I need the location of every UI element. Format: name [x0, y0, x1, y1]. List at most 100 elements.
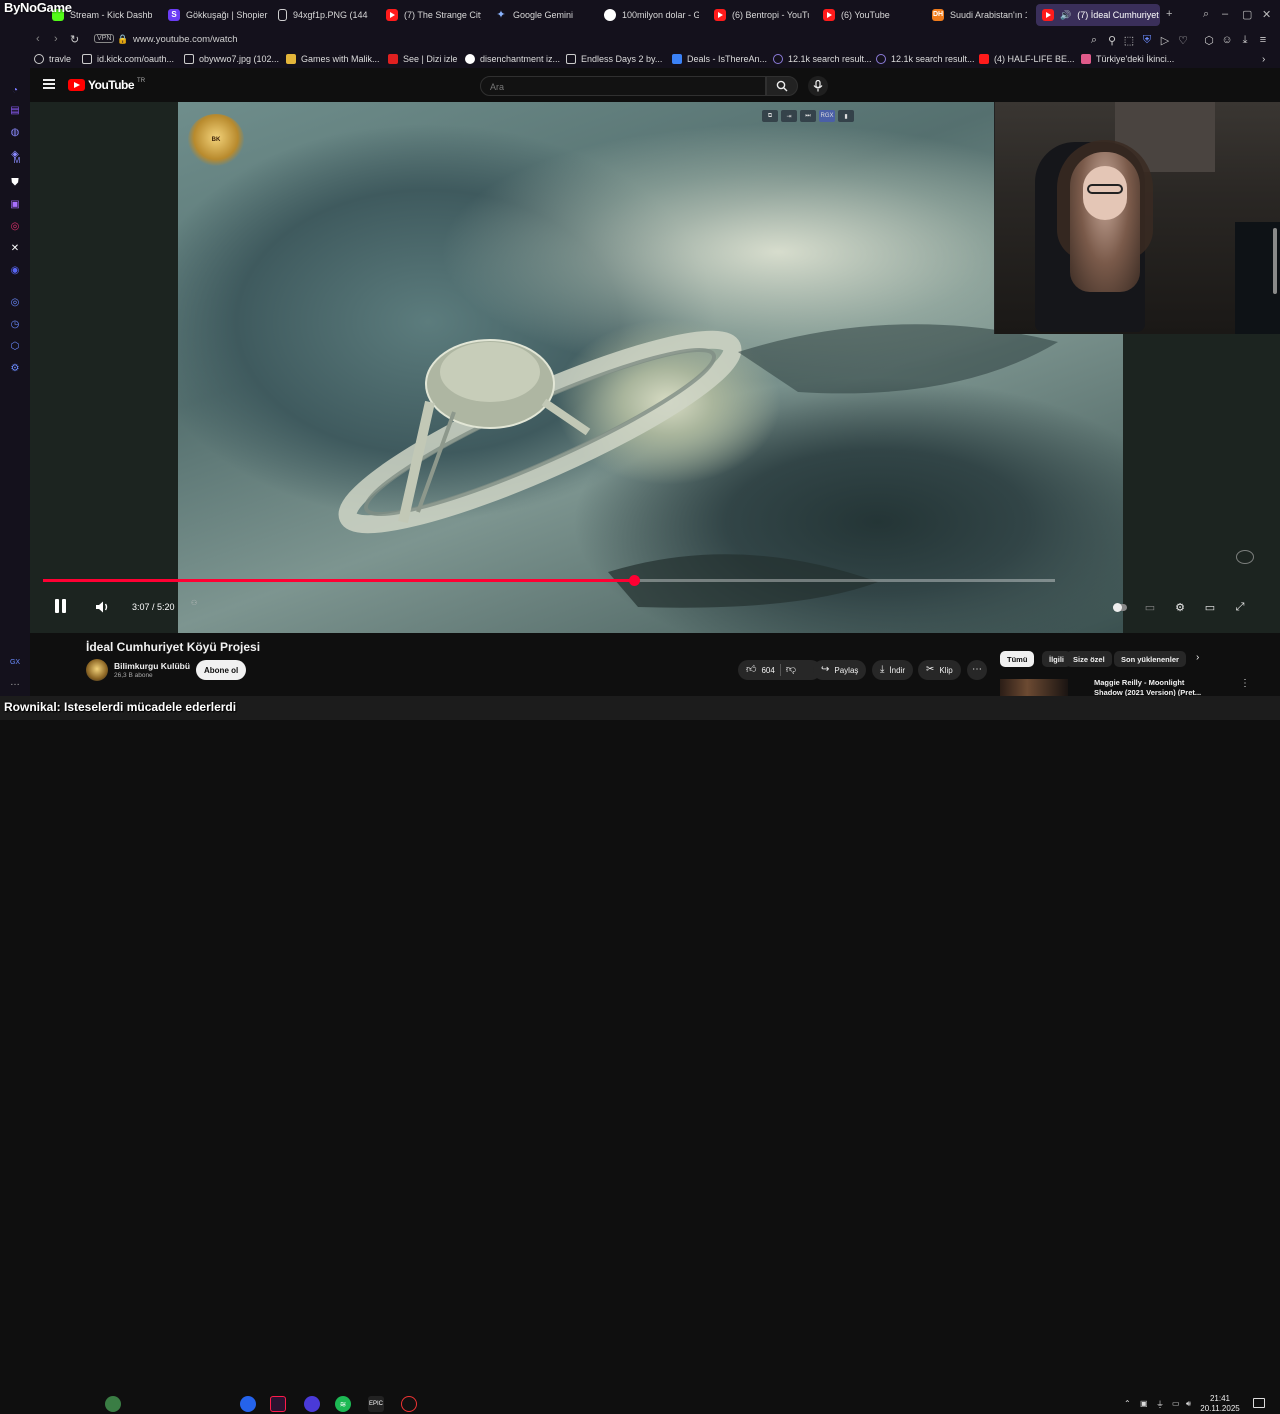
extensions-icon[interactable]: ⬡: [1202, 33, 1216, 47]
bookmark-kick-oauth[interactable]: id.kick.com/oauth...: [82, 52, 174, 66]
screenshot-icon[interactable]: ⬚: [1122, 33, 1136, 47]
dislike-icon[interactable]: 👎︎: [786, 665, 796, 675]
profile-icon[interactable]: ☺: [1220, 33, 1234, 47]
pin-icon[interactable]: ⚲: [1105, 33, 1119, 47]
tab-shopier[interactable]: S Gökkuşağı | Shopier: [168, 4, 268, 26]
search-input[interactable]: [481, 78, 765, 96]
enter-icon[interactable]: ⇥: [781, 110, 797, 122]
shield-icon[interactable]: ⛨: [1140, 33, 1154, 47]
bookmark-isthereanydeal[interactable]: Deals - IsThereAn...: [672, 52, 767, 66]
hamburger-menu-icon[interactable]: [43, 79, 55, 89]
minimize-icon[interactable]: –: [1222, 8, 1228, 20]
url-field[interactable]: www.youtube.com/watch: [133, 34, 238, 45]
sidebar-discord-icon[interactable]: ◍: [9, 126, 21, 138]
bookmark-dizi-izle[interactable]: See | Dizi izle: [388, 52, 457, 66]
sidebar-player-icon[interactable]: ◎: [9, 296, 21, 308]
tray-usb-icon[interactable]: ⏚: [1156, 1399, 1164, 1410]
tab-suudi-arabistan[interactable]: DH Suudi Arabistan'ın 1: [932, 4, 1027, 26]
like-count[interactable]: 604: [761, 666, 774, 675]
sidebar-discord-app-icon[interactable]: ◉: [9, 264, 21, 276]
sidebar-gx-icon[interactable]: GX: [9, 656, 21, 668]
heart-icon[interactable]: ♡: [1176, 33, 1190, 47]
tab-bentropi[interactable]: (6) Bentropi - YouTu: [714, 4, 809, 26]
tab-png-image[interactable]: 94xgf1p.PNG (1448: [278, 4, 368, 26]
chip-for-you[interactable]: Size özel: [1066, 651, 1112, 667]
volume-icon[interactable]: [95, 600, 111, 614]
tray-network-icon[interactable]: ▭: [1172, 1399, 1180, 1408]
tray-chevron-icon[interactable]: ⌃: [1124, 1399, 1131, 1408]
tab-ideal-cumhuriyet-active[interactable]: 🔊 (7) İdeal Cumhuriyet K: [1036, 4, 1160, 26]
taskbar-epic-icon[interactable]: EPIC: [368, 1396, 384, 1412]
sidebar-extensions-icon[interactable]: ⬡: [9, 340, 21, 352]
video-player[interactable]: BK ⧉ ⇥ ⏭ RGX ▮ 3:07 / 5:20 ⚇ ▭ ⚙ ▭ ⤢: [30, 102, 1280, 633]
download-button[interactable]: ⤓ İndir: [872, 660, 913, 680]
theater-mode-icon[interactable]: ▭: [1202, 599, 1218, 615]
tab-strange-city[interactable]: (7) The Strange City: [386, 4, 481, 26]
new-tab-button[interactable]: +: [1166, 8, 1172, 20]
sidebar-history-icon[interactable]: ◷: [9, 318, 21, 330]
capture-icon[interactable]: ▮: [838, 110, 854, 122]
sidebar-pin-icon[interactable]: ⛊: [9, 176, 21, 188]
more-actions-button[interactable]: ⋯: [967, 660, 987, 680]
taskbar-app-icon[interactable]: [105, 1396, 121, 1412]
tray-volume-icon[interactable]: 🔊︎: [1186, 1399, 1191, 1409]
sidebar-aria-icon[interactable]: ◔: [9, 84, 21, 96]
sidebar-m-icon[interactable]: M: [11, 154, 23, 166]
popout-icon[interactable]: ⧉: [762, 110, 778, 122]
clip-button[interactable]: ✂ Klip: [918, 660, 961, 680]
fullscreen-icon[interactable]: ⤢: [1232, 599, 1248, 615]
player-icon[interactable]: ▷: [1158, 33, 1172, 47]
channel-avatar[interactable]: [86, 659, 108, 681]
sidebar-settings-icon[interactable]: ⚙: [9, 362, 21, 374]
sidebar-instagram-icon[interactable]: ◎: [9, 220, 21, 232]
video-frame[interactable]: BK ⧉ ⇥ ⏭ RGX ▮: [178, 102, 1123, 633]
sidebar-x-icon[interactable]: ✕: [9, 242, 21, 254]
recommended-thumbnail[interactable]: [1000, 679, 1068, 696]
maximize-icon[interactable]: ▢: [1242, 8, 1252, 21]
taskbar-spotify-icon[interactable]: ≋: [335, 1396, 351, 1412]
sidebar-twitch-live-icon[interactable]: ▣: [9, 198, 21, 210]
bookmark-disenchantment[interactable]: disenchantment iz...: [465, 52, 560, 66]
recommended-more-icon[interactable]: ⋮: [1240, 678, 1250, 689]
bookmark-travle[interactable]: travle: [34, 52, 71, 66]
subscribe-button[interactable]: Abone ol: [196, 660, 247, 680]
channel-name[interactable]: Bilimkurgu Kulübü: [114, 661, 190, 671]
share-button[interactable]: ↪ Paylaş: [813, 660, 867, 680]
taskbar-opera-gx-icon[interactable]: [270, 1396, 286, 1412]
forward-icon[interactable]: ›: [54, 33, 58, 45]
rgx-icon[interactable]: RGX: [819, 110, 835, 122]
bookmark-search-results-1[interactable]: 12.1k search result...: [773, 52, 872, 66]
page-scrollbar[interactable]: [1273, 228, 1277, 294]
vpn-badge[interactable]: VPN: [94, 34, 115, 43]
close-window-icon[interactable]: ✕: [1262, 8, 1271, 21]
bookmark-search-results-2[interactable]: 12.1k search result...: [876, 52, 975, 66]
back-icon[interactable]: ‹: [36, 33, 40, 45]
chips-next-arrow-icon[interactable]: ›: [1196, 652, 1199, 663]
skip-icon[interactable]: ⏭: [800, 110, 816, 122]
search-tabs-icon[interactable]: ⌕: [1203, 8, 1209, 21]
like-icon[interactable]: 👍︎: [746, 665, 756, 675]
autoplay-toggle[interactable]: [1112, 599, 1128, 615]
taskbar-discord-icon[interactable]: [304, 1396, 320, 1412]
tab-google-gemini[interactable]: ✦ Google Gemini: [495, 4, 595, 26]
recommended-video[interactable]: Maggie Reilly - Moonlight Shadow (2021 V…: [1000, 675, 1280, 696]
notification-icon[interactable]: [1253, 1398, 1265, 1408]
bookmark-half-life[interactable]: (4) HALF-LIFE BE...: [979, 52, 1075, 66]
pause-button[interactable]: [55, 599, 69, 613]
subtitles-icon[interactable]: ▭: [1142, 599, 1158, 615]
progress-bar[interactable]: [43, 575, 1055, 586]
settings-gear-icon[interactable]: ⚙: [1172, 599, 1188, 615]
taskbar-clock[interactable]: 21:41 20.11.2025: [1200, 1394, 1240, 1414]
sidebar-more-icon[interactable]: …: [9, 676, 21, 688]
search-box[interactable]: [480, 76, 766, 96]
tab-youtube[interactable]: (6) YouTube: [823, 4, 918, 26]
search-button[interactable]: [766, 76, 798, 96]
tray-app-icon[interactable]: ▣: [1140, 1399, 1148, 1408]
youtube-logo[interactable]: YouTube TR: [68, 78, 145, 92]
recommended-title-line2[interactable]: Shadow (2021 Version) (Pret...: [1094, 688, 1201, 696]
chip-recently-uploaded[interactable]: Son yüklenenler: [1114, 651, 1186, 667]
recommended-title-line1[interactable]: Maggie Reilly - Moonlight: [1094, 678, 1184, 687]
bookmark-turkiye[interactable]: Türkiye'deki İkinci...: [1081, 52, 1174, 66]
chapter-toggle-icon[interactable]: ⚇: [191, 599, 197, 607]
bookmark-obywwo7[interactable]: obywwo7.jpg (102...: [184, 52, 279, 66]
